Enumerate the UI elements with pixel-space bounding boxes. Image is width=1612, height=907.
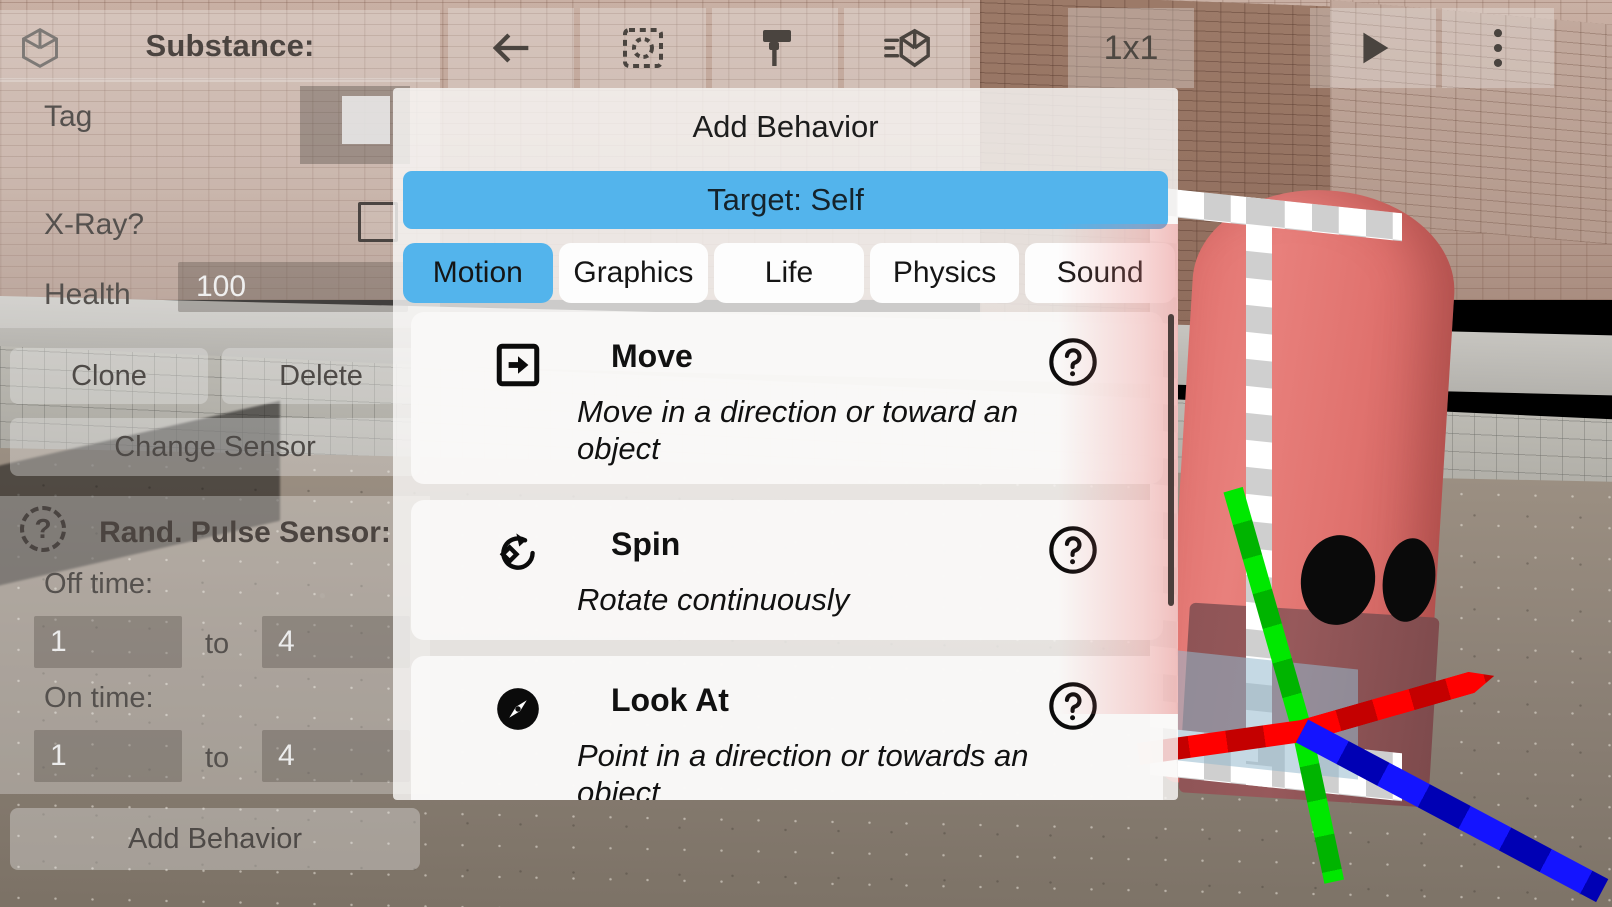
behavior-desc-spin: Rotate continuously [577, 582, 850, 617]
behavior-desc-look-at: Point in a direction or towards an objec… [577, 738, 1029, 800]
move-arrow-icon [491, 338, 545, 392]
tab-life[interactable]: Life [714, 243, 864, 303]
off-time-from-input[interactable]: 1 [34, 616, 182, 668]
help-circle-icon[interactable] [1047, 524, 1101, 578]
target-selector[interactable]: Target: Self [403, 171, 1168, 229]
app-root: Tag X-Ray? Health 100 Clone Delete Chang… [0, 0, 1612, 907]
play-icon[interactable] [1310, 8, 1436, 88]
tab-physics[interactable]: Physics [869, 243, 1020, 303]
tab-motion[interactable]: Motion [403, 243, 553, 303]
add-behavior-dialog[interactable]: Add Behavior Target: Self Motion Graphic… [393, 88, 1178, 800]
clone-button[interactable]: Clone [10, 348, 208, 404]
help-circle-icon[interactable] [1047, 680, 1101, 734]
overflow-menu-icon[interactable] [1442, 8, 1554, 88]
behavior-desc-move: Move in a direction or toward an object [577, 394, 1019, 466]
back-arrow-icon[interactable] [448, 8, 574, 88]
sensor-title: Rand. Pulse Sensor: [99, 516, 391, 549]
behavior-list[interactable]: Move Move in a direction or toward an ob… [411, 312, 1163, 800]
tag-color-swatch[interactable] [342, 96, 390, 144]
tab-sound[interactable]: Sound [1025, 243, 1175, 303]
substance-title: Substance: [145, 28, 315, 63]
behavior-item-look-at[interactable]: Look At Point in a direction or towards … [411, 656, 1163, 800]
tab-graphics[interactable]: Graphics [558, 243, 709, 303]
behavior-item-move[interactable]: Move Move in a direction or toward an ob… [411, 312, 1163, 484]
vertical-scrollbar[interactable] [1168, 314, 1174, 606]
grid-size-label: 1x1 [1103, 28, 1159, 67]
properties-sidebar[interactable]: Tag X-Ray? Health 100 Clone Delete Chang… [0, 0, 440, 907]
off-time-label: Off time: [44, 568, 154, 600]
on-time-separator: to [205, 742, 230, 774]
delete-button[interactable]: Delete [222, 348, 420, 404]
transform-gizmo[interactable] [1137, 486, 1612, 907]
sidebar-label-health: Health [44, 278, 131, 311]
compass-icon [491, 682, 545, 736]
change-sensor-button[interactable]: Change Sensor [10, 418, 420, 476]
spin-rotate-icon [491, 526, 545, 580]
on-time-label: On time: [44, 682, 154, 714]
behavior-item-spin[interactable]: Spin Rotate continuously [411, 500, 1163, 640]
sidebar-header: Substance: [0, 10, 440, 82]
dialog-title: Add Behavior [692, 109, 879, 144]
sidebar-row-health[interactable]: Health 100 [0, 262, 440, 312]
paint-roller-icon[interactable] [712, 8, 838, 88]
object-properties-icon[interactable] [844, 8, 970, 88]
on-time-to-input[interactable]: 4 [262, 730, 410, 782]
category-tabs[interactable]: Motion Graphics Life Physics Sound [403, 243, 1175, 303]
sidebar-row-tag[interactable]: Tag [0, 86, 440, 164]
grid-size-button[interactable]: 1x1 [1068, 8, 1194, 88]
add-behavior-button[interactable]: Add Behavior [10, 808, 420, 870]
behavior-title-spin: Spin [611, 526, 681, 562]
top-toolbar[interactable]: Substance: 1x1 [0, 0, 1612, 92]
select-region-icon[interactable] [580, 8, 706, 88]
off-time-to-input[interactable]: 4 [262, 616, 410, 668]
behavior-title-look-at: Look At [611, 682, 729, 718]
on-time-from-input[interactable]: 1 [34, 730, 182, 782]
health-input[interactable]: 100 [178, 262, 408, 312]
off-time-separator: to [205, 628, 230, 660]
sidebar-label-xray: X-Ray? [44, 208, 145, 241]
help-circle-icon[interactable] [1047, 336, 1101, 390]
sidebar-row-xray[interactable]: X-Ray? [0, 202, 440, 242]
xray-checkbox[interactable] [358, 202, 398, 242]
sidebar-label-tag: Tag [44, 100, 93, 133]
behavior-title-move: Move [611, 338, 693, 374]
